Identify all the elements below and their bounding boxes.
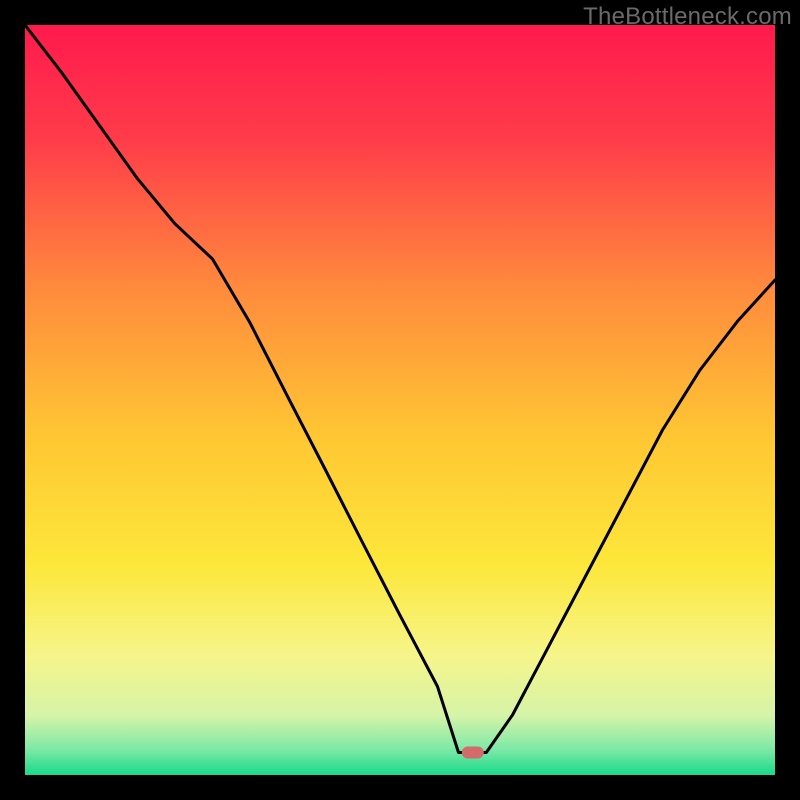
plot-area bbox=[0, 0, 800, 800]
chart-background bbox=[25, 25, 775, 775]
optimal-marker bbox=[462, 747, 484, 759]
chart-canvas bbox=[0, 0, 800, 800]
watermark-text: TheBottleneck.com bbox=[583, 3, 792, 31]
chart-frame: TheBottleneck.com bbox=[0, 0, 800, 800]
